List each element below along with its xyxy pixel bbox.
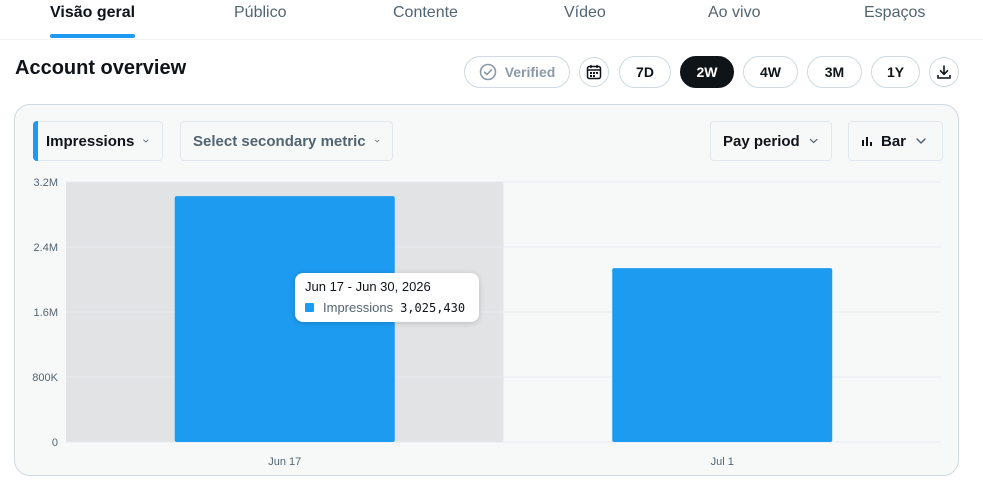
download-button[interactable] (929, 57, 959, 87)
date-picker-button[interactable] (579, 57, 609, 87)
tooltip-series-name: Impressions (323, 300, 394, 315)
chart-tooltip: Jun 17 - Jun 30, 2026 Impressions 3,025,… (295, 273, 479, 322)
tab-spaces[interactable]: Espaços (864, 0, 925, 40)
range-4w-button[interactable]: 4W (743, 56, 798, 88)
verified-button[interactable]: Verified (464, 56, 570, 88)
y-tick-label: 800K (32, 372, 58, 384)
bar-2 (612, 268, 833, 442)
range-3m-button[interactable]: 3M (807, 56, 862, 88)
range-2w-button[interactable]: 2W (680, 56, 734, 88)
tooltip-row: Impressions 3,025,430 (305, 300, 469, 315)
tab-label: Contente (393, 4, 458, 21)
tooltip-title: Jun 17 - Jun 30, 2026 (305, 279, 431, 294)
tab-label: Ao vivo (708, 4, 761, 21)
verified-label: Verified (504, 64, 556, 80)
tab-video[interactable]: Vídeo (564, 0, 606, 40)
tab-label: Público (234, 4, 287, 21)
page-title: Account overview (15, 57, 187, 79)
range-label: 4W (760, 64, 781, 80)
x-tick-label: Jun 17 (268, 456, 301, 468)
tab-active-indicator (50, 34, 136, 38)
download-icon (937, 65, 951, 79)
range-label: 7D (636, 64, 654, 80)
tab-overview[interactable]: Visão geral (50, 0, 136, 40)
tooltip-series-value: 3,025,430 (400, 300, 466, 315)
y-tick-label: 3.2M (34, 177, 58, 189)
range-label: 1Y (886, 64, 905, 80)
range-7d-button[interactable]: 7D (619, 56, 671, 88)
y-tick-label: 2.4M (34, 242, 58, 254)
tab-audience[interactable]: Público (234, 0, 286, 40)
verified-check-icon (479, 63, 497, 81)
tab-label: Visão geral (50, 4, 136, 21)
tab-bar: Visão geral Público Contente Vídeo Ao vi… (0, 0, 983, 40)
tab-live[interactable]: Ao vivo (708, 0, 760, 40)
tab-label: Vídeo (564, 4, 606, 21)
range-1y-button[interactable]: 1Y (871, 56, 920, 88)
tooltip-series-swatch (305, 303, 314, 312)
chart-card: Impressions Select secondary metric Pay … (14, 104, 959, 476)
range-label: 3M (824, 64, 845, 80)
tab-label: Espaços (864, 4, 926, 21)
tab-content[interactable]: Contente (393, 0, 458, 40)
range-label: 2W (696, 64, 718, 80)
y-tick-label: 1.6M (34, 307, 58, 319)
x-tick-label: Jul 1 (711, 456, 734, 468)
impressions-bar-chart: 0 800K 1.6M 2.4M 3.2M Jun 17 Jul 1 (32, 177, 941, 468)
calendar-icon (586, 65, 602, 80)
y-tick-label: 0 (52, 437, 58, 449)
